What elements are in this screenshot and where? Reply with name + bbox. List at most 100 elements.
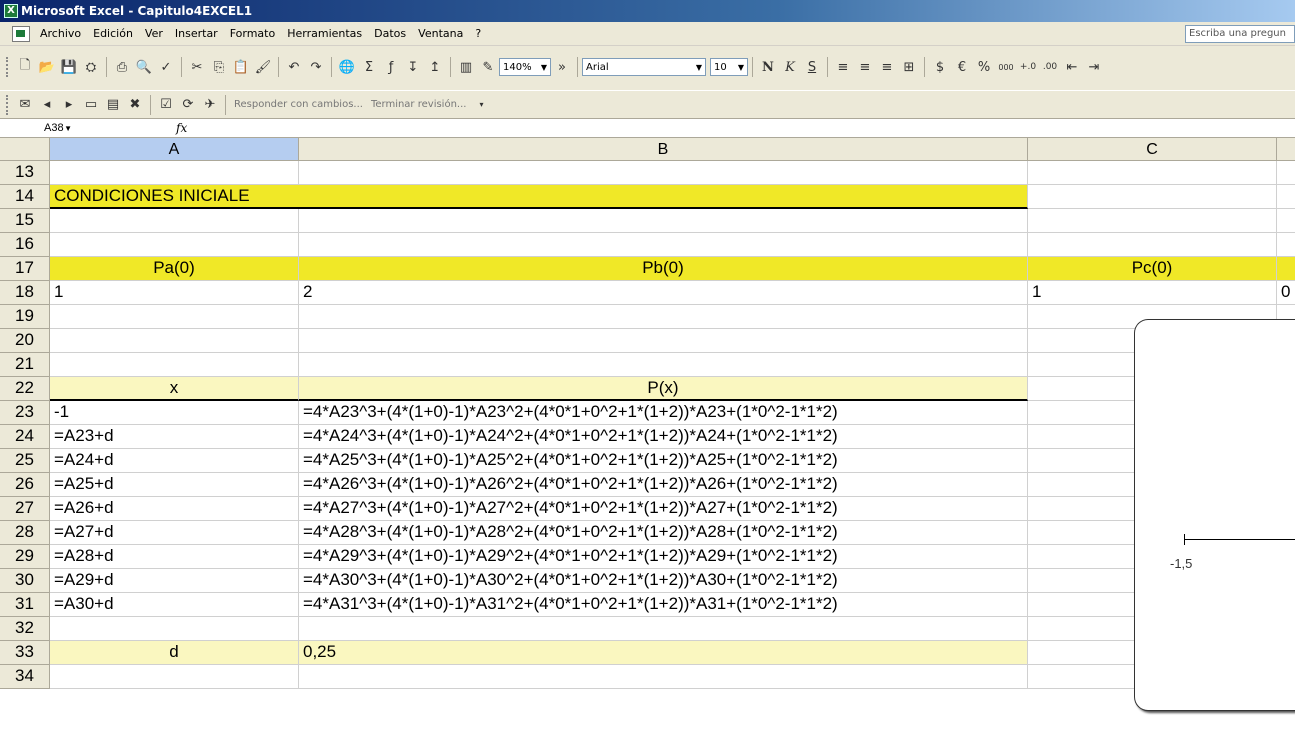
row-header[interactable]: 19 — [0, 305, 50, 329]
cut-icon[interactable]: ✂ — [187, 57, 207, 77]
copy-icon[interactable]: ⎘ — [209, 57, 229, 77]
cell-b31[interactable]: =4*A31^3+(4*(1+0)-1)*A31^2+(4*0*1+0^2+1*… — [299, 593, 1028, 617]
cell-b33[interactable]: 0,25 — [299, 641, 1028, 665]
cell-a22[interactable]: x — [50, 377, 299, 401]
send-mail-icon[interactable]: ✈ — [200, 95, 220, 115]
format-painter-icon[interactable]: 🖌 — [253, 57, 273, 77]
end-review-button[interactable]: Terminar revisión... — [367, 99, 471, 110]
menu-archivo[interactable]: Archivo — [34, 27, 87, 40]
cell-a17[interactable]: Pa(0) — [50, 257, 299, 281]
row-header[interactable]: 20 — [0, 329, 50, 353]
select-all-corner[interactable] — [0, 138, 50, 161]
row-header[interactable]: 21 — [0, 353, 50, 377]
underline-button[interactable]: S — [802, 57, 822, 77]
cell-a26[interactable]: =A25+d — [50, 473, 299, 497]
cell-b20[interactable] — [299, 329, 1028, 353]
undo-icon[interactable]: ↶ — [284, 57, 304, 77]
align-center-icon[interactable]: ≡ — [855, 57, 875, 77]
euro-icon[interactable]: € — [952, 57, 972, 77]
menu-insertar[interactable]: Insertar — [169, 27, 224, 40]
cell-a32[interactable] — [50, 617, 299, 641]
cell-a29[interactable]: =A28+d — [50, 545, 299, 569]
cell-a27[interactable]: =A26+d — [50, 497, 299, 521]
ask-question-input[interactable]: Escriba una pregun — [1185, 25, 1295, 43]
row-header[interactable]: 34 — [0, 665, 50, 689]
thousands-separator-icon[interactable]: 000 — [996, 57, 1016, 77]
row-header[interactable]: 14 — [0, 185, 50, 209]
track-changes-icon[interactable]: ☑ — [156, 95, 176, 115]
decrease-indent-icon[interactable]: ⇤ — [1062, 57, 1082, 77]
toolbar-options-icon[interactable]: » — [552, 57, 572, 77]
cell-a13[interactable] — [50, 161, 299, 185]
cell-a20[interactable] — [50, 329, 299, 353]
cell-a21[interactable] — [50, 353, 299, 377]
row-header[interactable]: 16 — [0, 233, 50, 257]
new-comment-icon[interactable]: ✉ — [15, 95, 35, 115]
open-icon[interactable]: 📂 — [37, 57, 57, 77]
cell-b28[interactable]: =4*A28^3+(4*(1+0)-1)*A28^2+(4*0*1+0^2+1*… — [299, 521, 1028, 545]
cell-b34[interactable] — [299, 665, 1028, 689]
cell-b29[interactable]: =4*A29^3+(4*(1+0)-1)*A29^2+(4*0*1+0^2+1*… — [299, 545, 1028, 569]
row-header[interactable]: 23 — [0, 401, 50, 425]
update-file-icon[interactable]: ⟳ — [178, 95, 198, 115]
merge-center-icon[interactable]: ⊞ — [899, 57, 919, 77]
sort-ascending-icon[interactable]: ↧ — [403, 57, 423, 77]
zoom-select[interactable]: 140% ▼ — [499, 58, 551, 76]
toolbar-grip[interactable] — [6, 94, 10, 115]
delete-comment-icon[interactable]: ✖ — [125, 95, 145, 115]
column-header-c[interactable]: C — [1028, 138, 1277, 161]
align-right-icon[interactable]: ≡ — [877, 57, 897, 77]
cell-a34[interactable] — [50, 665, 299, 689]
cell-b32[interactable] — [299, 617, 1028, 641]
cell-d13[interactable] — [1277, 161, 1295, 185]
cell-b15[interactable] — [299, 209, 1028, 233]
cell-a33[interactable]: d — [50, 641, 299, 665]
menu-ver[interactable]: Ver — [139, 27, 169, 40]
previous-comment-icon[interactable]: ◂ — [37, 95, 57, 115]
redo-icon[interactable]: ↷ — [306, 57, 326, 77]
cell-a28[interactable]: =A27+d — [50, 521, 299, 545]
italic-button[interactable]: K — [780, 57, 800, 77]
cell-d15[interactable] — [1277, 209, 1295, 233]
cell-a24[interactable]: =A23+d — [50, 425, 299, 449]
cell-a30[interactable]: =A29+d — [50, 569, 299, 593]
paste-icon[interactable]: 📋 — [231, 57, 251, 77]
row-header[interactable]: 26 — [0, 473, 50, 497]
insert-function-icon[interactable]: ƒ — [381, 57, 401, 77]
row-header[interactable]: 18 — [0, 281, 50, 305]
cell-b27[interactable]: =4*A27^3+(4*(1+0)-1)*A27^2+(4*0*1+0^2+1*… — [299, 497, 1028, 521]
reply-with-changes-button[interactable]: Responder con cambios... — [230, 99, 367, 110]
font-select[interactable]: Arial ▼ — [582, 58, 706, 76]
cell-b30[interactable]: =4*A30^3+(4*(1+0)-1)*A30^2+(4*0*1+0^2+1*… — [299, 569, 1028, 593]
cell-b13[interactable] — [299, 161, 1028, 185]
name-box[interactable]: A38 ▼ — [0, 120, 90, 137]
drawing-icon[interactable]: ✎ — [478, 57, 498, 77]
cell-a31[interactable]: =A30+d — [50, 593, 299, 617]
row-header[interactable]: 15 — [0, 209, 50, 233]
cell-c16[interactable] — [1028, 233, 1277, 257]
row-header[interactable]: 17 — [0, 257, 50, 281]
column-header-d[interactable] — [1277, 138, 1295, 161]
cell-b25[interactable]: =4*A25^3+(4*(1+0)-1)*A25^2+(4*0*1+0^2+1*… — [299, 449, 1028, 473]
menu-datos[interactable]: Datos — [368, 27, 412, 40]
chart-wizard-icon[interactable]: ▥ — [456, 57, 476, 77]
cell-c18[interactable]: 1 — [1028, 281, 1277, 305]
show-comment-icon[interactable]: ▭ — [81, 95, 101, 115]
toolbar-grip[interactable] — [6, 57, 10, 77]
currency-icon[interactable]: $ — [930, 57, 950, 77]
permission-icon[interactable]: ⛭ — [81, 57, 101, 77]
bold-button[interactable]: N — [758, 57, 778, 77]
row-header[interactable]: 24 — [0, 425, 50, 449]
row-header[interactable]: 22 — [0, 377, 50, 401]
save-icon[interactable]: 💾 — [59, 57, 79, 77]
cell-a23[interactable]: -1 — [50, 401, 299, 425]
row-header[interactable]: 28 — [0, 521, 50, 545]
cell-d14[interactable] — [1277, 185, 1295, 209]
cell-d16[interactable] — [1277, 233, 1295, 257]
spelling-icon[interactable]: ✓ — [156, 57, 176, 77]
cell-c14[interactable] — [1028, 185, 1277, 209]
new-icon[interactable]: 🗋 — [15, 57, 35, 77]
row-header[interactable]: 32 — [0, 617, 50, 641]
row-header[interactable]: 33 — [0, 641, 50, 665]
row-header[interactable]: 25 — [0, 449, 50, 473]
